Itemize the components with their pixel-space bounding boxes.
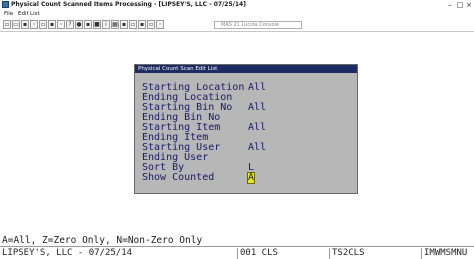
info-icon[interactable]: i bbox=[102, 20, 110, 29]
stop-icon[interactable]: ■ bbox=[93, 20, 101, 29]
preview-icon[interactable]: ◦ bbox=[30, 20, 38, 29]
status-menu: IMWMSMNU bbox=[424, 248, 468, 258]
key-icon[interactable]: ▫ bbox=[129, 20, 137, 29]
scan-edit-list-dialog: Physical Count Scan Edit List Starting L… bbox=[134, 64, 358, 194]
toolbar: ▫ ▭ ▪ ◦ ▫ ▪ ◦ ? ● ▪ ■ i ▦ ▪ ▫ ▪ ▫ ◦ MAS … bbox=[0, 19, 474, 32]
calendar-icon[interactable]: ▪ bbox=[138, 20, 146, 29]
menu-bar: File Edit List bbox=[0, 10, 474, 19]
field-value[interactable]: All bbox=[248, 143, 266, 153]
print-icon[interactable]: ▪ bbox=[21, 20, 29, 29]
new-icon[interactable]: ▫ bbox=[3, 20, 11, 29]
dialog-title: Physical Count Scan Edit List bbox=[135, 65, 357, 73]
field-value[interactable]: All bbox=[248, 103, 266, 113]
menu-edit[interactable]: Edit bbox=[18, 10, 29, 19]
copy-icon[interactable]: ▫ bbox=[39, 20, 47, 29]
status-company: LIPSEY'S, LLC - 07/25/14 bbox=[0, 248, 238, 259]
status-cls: 001 CLS bbox=[238, 248, 330, 259]
paste-icon[interactable]: ▪ bbox=[48, 20, 56, 29]
find-icon[interactable]: ◦ bbox=[57, 20, 65, 29]
pause-icon[interactable]: ▪ bbox=[84, 20, 92, 29]
show-counted-input[interactable]: A bbox=[246, 172, 256, 184]
record-icon[interactable]: ● bbox=[75, 20, 83, 29]
calculator-icon[interactable]: ▫ bbox=[147, 20, 155, 29]
help-icon[interactable]: ? bbox=[66, 20, 74, 29]
menu-list[interactable]: List bbox=[30, 10, 40, 19]
open-icon[interactable]: ▭ bbox=[12, 20, 20, 29]
field-value[interactable]: All bbox=[248, 123, 266, 133]
status-program: TS2CLS bbox=[330, 248, 422, 259]
console-font-field[interactable]: MAS 21 Lucida Console bbox=[214, 21, 302, 29]
grid-icon[interactable]: ▦ bbox=[111, 20, 119, 29]
settings-icon[interactable]: ▪ bbox=[120, 20, 128, 29]
maximize-button[interactable]: □ bbox=[456, 1, 464, 9]
app-icon bbox=[2, 1, 9, 8]
field-label: Show Counted bbox=[142, 172, 215, 183]
status-bar: LIPSEY'S, LLC - 07/25/14 001 CLS TS2CLS … bbox=[0, 246, 474, 259]
window-title: Physical Count Scanned Items Processing … bbox=[11, 1, 246, 8]
about-icon[interactable]: ◦ bbox=[156, 20, 164, 29]
field-value[interactable]: All bbox=[248, 83, 266, 93]
minimize-button[interactable]: – bbox=[446, 1, 454, 9]
close-button[interactable]: × bbox=[465, 1, 473, 9]
help-line: A=All, Z=Zero Only, N=Non-Zero Only bbox=[2, 235, 203, 246]
menu-file[interactable]: File bbox=[4, 10, 13, 19]
